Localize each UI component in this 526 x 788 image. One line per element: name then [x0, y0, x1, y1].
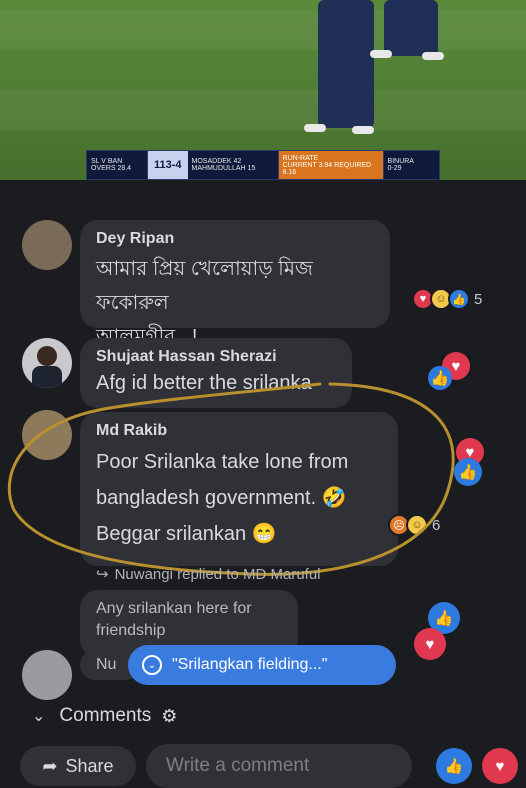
chevron-down-icon: ⌄	[32, 708, 46, 725]
new-comments-button[interactable]: ⌄ "Srilangkan fielding..."	[128, 645, 396, 685]
like-icon[interactable]: 👍	[436, 748, 472, 784]
share-label: Share	[65, 755, 114, 776]
comment-text: Any srilankan here for	[96, 600, 252, 617]
new-comments-text: "Srilangkan fielding..."	[172, 656, 328, 673]
avatar[interactable]	[22, 650, 72, 700]
commenter-name[interactable]: Nu	[96, 656, 116, 673]
reply-text: Nuwangi replied to MD Maruful	[114, 566, 321, 583]
love-icon[interactable]: ♥	[482, 748, 518, 784]
gear-icon[interactable]: ⚙	[161, 706, 177, 727]
comments-filter[interactable]: ⌄ Comments ⚙	[32, 705, 177, 727]
reply-arrow-icon: ↪	[96, 566, 109, 583]
replies-link[interactable]: ↪ Nuwangi replied to MD Maruful	[96, 565, 321, 583]
share-button[interactable]: ➦ Share	[20, 746, 136, 786]
chevron-down-icon: ⌄	[142, 655, 162, 675]
share-icon: ➦	[42, 755, 58, 776]
comment-placeholder: Write a comment	[166, 755, 310, 776]
love-icon: ♥	[414, 628, 446, 660]
comment-input[interactable]: Write a comment	[146, 744, 412, 788]
comments-label: Comments	[59, 705, 152, 726]
comment-text: friendship	[96, 622, 166, 639]
